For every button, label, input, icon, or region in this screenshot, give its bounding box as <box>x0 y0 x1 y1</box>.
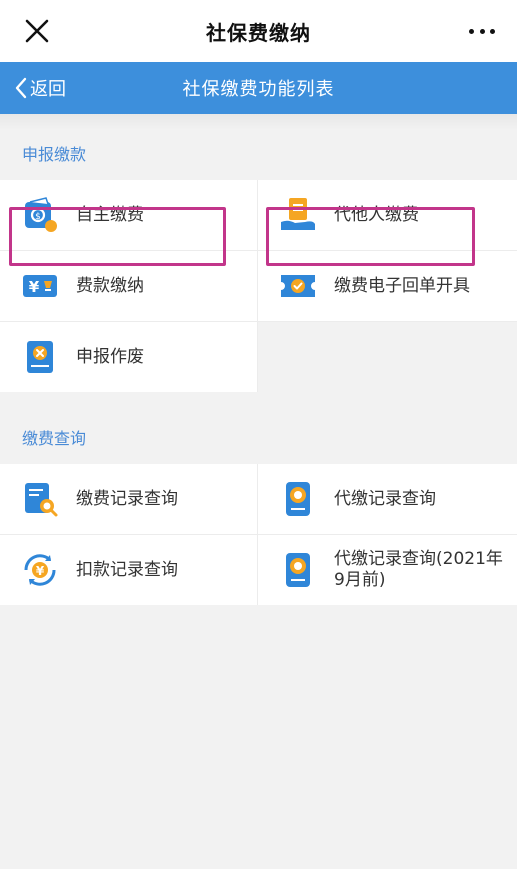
back-label: 返回 <box>30 79 66 100</box>
more-options-icon[interactable] <box>465 18 499 44</box>
nav-shadow <box>0 114 517 130</box>
menu-item-label: 代缴记录查询 <box>334 488 436 509</box>
cancel-doc-icon <box>20 337 60 377</box>
menu-item-proxy-payment-record-query-before-2021-09[interactable]: 代缴记录查询(2021年9月前) <box>258 535 517 605</box>
close-icon[interactable] <box>20 14 54 48</box>
menu-item-fee-payment[interactable]: ¥ 费款缴纳 <box>0 251 257 321</box>
section-title-declare-pay: 申报缴款 <box>0 130 517 180</box>
menu-item-label: 代他人缴费 <box>334 204 419 225</box>
menu-item-label: 代缴记录查询(2021年9月前) <box>334 549 503 590</box>
svg-text:¥: ¥ <box>36 564 45 578</box>
menu-item-e-receipt[interactable]: 缴费电子回单开具 <box>258 251 517 321</box>
menu-item-self-pay[interactable]: $ 自主缴费 <box>0 180 257 250</box>
record-search-icon <box>20 479 60 519</box>
title-bar: 社保费缴纳 <box>0 0 517 62</box>
empty-grid-cell <box>258 322 517 392</box>
menu-item-label: 缴费记录查询 <box>76 488 178 509</box>
menu-item-label: 扣款记录查询 <box>76 559 178 580</box>
wallet-icon: $ <box>20 195 60 235</box>
yuan-card-icon: ¥ <box>20 266 60 306</box>
seal-record-icon <box>278 550 318 590</box>
menu-item-label: 申报作废 <box>76 346 144 367</box>
menu-item-label: 缴费电子回单开具 <box>334 275 470 296</box>
menu-item-label: 自主缴费 <box>76 204 144 225</box>
section-grid-declare-pay: $ 自主缴费 代他人缴费 ¥ 费款缴纳 缴费电子回单开具 申报作废 <box>0 180 517 392</box>
menu-item-label: 费款缴纳 <box>76 275 144 296</box>
seal-record-icon <box>278 479 318 519</box>
receipt-check-icon <box>278 266 318 306</box>
menu-item-cancel-declaration[interactable]: 申报作废 <box>0 322 257 392</box>
menu-item-proxy-payment-record-query[interactable]: 代缴记录查询 <box>258 464 517 534</box>
svg-text:¥: ¥ <box>29 278 40 296</box>
svg-text:$: $ <box>35 212 41 222</box>
chevron-left-icon <box>15 77 27 99</box>
nav-title: 社保缴费功能列表 <box>182 79 335 100</box>
section-grid-payment-query: 缴费记录查询 代缴记录查询 ¥ 扣款记录查询 代缴记录查询(2021年9月前) <box>0 464 517 605</box>
nav-bar: 返回 社保缴费功能列表 <box>0 62 517 114</box>
document-hand-icon <box>278 195 318 235</box>
menu-item-payment-record-query[interactable]: 缴费记录查询 <box>0 464 257 534</box>
menu-item-deduction-record-query[interactable]: ¥ 扣款记录查询 <box>0 535 257 605</box>
section-title-payment-query: 缴费查询 <box>0 414 517 464</box>
menu-item-pay-for-others[interactable]: 代他人缴费 <box>258 180 517 250</box>
yuan-cycle-icon: ¥ <box>20 550 60 590</box>
window-title: 社保费缴纳 <box>206 20 311 45</box>
back-button[interactable]: 返回 <box>14 62 66 114</box>
